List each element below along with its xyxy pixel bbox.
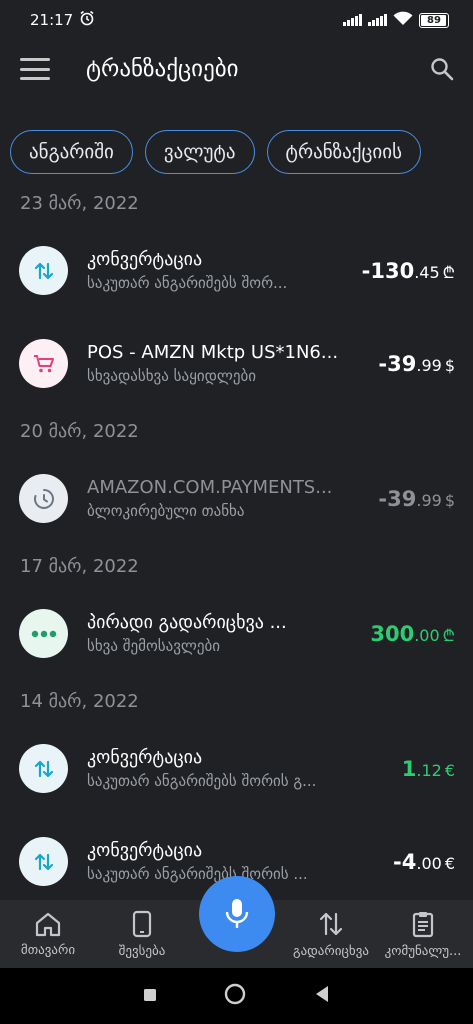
cart-icon (19, 339, 68, 388)
filter-chips: ანგარიში ვალუტა ტრანზაქციის (10, 130, 473, 176)
transaction-amount: -39.99 $ (378, 351, 455, 376)
status-time: 21:17 (30, 11, 74, 29)
transaction-category: სხვადასხვა საყიდლები (87, 367, 256, 385)
transaction-title: კონვერტაცია (87, 747, 203, 768)
nav-utility[interactable]: კომუნალუ... (376, 900, 470, 968)
nav-topup-label: შევსება (118, 943, 166, 959)
home-button[interactable] (223, 982, 247, 1010)
status-bar: 21:17 89 (0, 0, 473, 40)
transaction-list[interactable]: 23 მარ, 2022 კონვერტაცია საკუთარ ანგარიშ… (0, 182, 473, 900)
swap-icon (19, 744, 68, 793)
swap-icon (19, 246, 68, 295)
signal-icon (343, 14, 362, 26)
transaction-row[interactable]: კონვერტაცია საკუთარ ანგარიშებს შორ... -1… (0, 224, 473, 317)
date-header: 23 მარ, 2022 (20, 192, 139, 214)
clipboard-icon (412, 911, 434, 937)
wifi-icon (393, 11, 413, 30)
transaction-amount: 1.12 € (401, 756, 455, 781)
nav-home[interactable]: მთავარი (8, 900, 88, 968)
date-header: 14 მარ, 2022 (20, 690, 139, 712)
nav-transfer-label: გადარიცხვა (293, 943, 369, 959)
page-title: ტრანზაქციები (86, 56, 239, 82)
transaction-row[interactable]: პირადი გადარიცხვა ... სხვა შემოსავლები 3… (0, 587, 473, 680)
alarm-icon (79, 10, 95, 30)
transaction-amount: -4.00 € (393, 849, 455, 874)
transaction-title: POS - AMZN Mktp US*1N6... (87, 342, 339, 363)
system-nav-bar (0, 968, 473, 1024)
nav-topup[interactable]: შევსება (100, 900, 184, 968)
back-button[interactable] (314, 985, 330, 1007)
transaction-title: კონვერტაცია (87, 249, 203, 270)
transaction-row[interactable]: AMAZON.COM.PAYMENTS... ბლოკირებული თანხა… (0, 452, 473, 545)
transaction-title: კონვერტაცია (87, 840, 203, 861)
transaction-title: პირადი გადარიცხვა ... (87, 612, 287, 633)
transaction-category: საკუთარ ანგარიშებს შორ... (87, 274, 288, 292)
transaction-row[interactable]: POS - AMZN Mktp US*1N6... სხვადასხვა საყ… (0, 317, 473, 410)
battery-icon: 89 (419, 12, 449, 28)
voice-button[interactable] (199, 876, 275, 952)
chip-transaction-type[interactable]: ტრანზაქციის (266, 130, 421, 174)
app-bar: ტრანზაქციები (0, 40, 473, 98)
transaction-amount: -39.99 $ (378, 486, 455, 511)
transaction-title: AMAZON.COM.PAYMENTS... (87, 477, 333, 498)
date-header: 17 მარ, 2022 (20, 555, 139, 577)
transaction-amount: 300.00 ₾ (370, 621, 455, 646)
transaction-row[interactable]: კონვერტაცია საკუთარ ანგარიშებს შორის გ..… (0, 722, 473, 815)
battery-level: 89 (427, 14, 441, 26)
signal-icon-2 (368, 14, 387, 26)
recents-button[interactable] (143, 987, 157, 1006)
transaction-category: სხვა შემოსავლები (87, 637, 221, 655)
menu-button[interactable] (20, 58, 50, 80)
search-icon[interactable] (429, 56, 455, 82)
clock-icon (19, 474, 68, 523)
chip-account[interactable]: ანგარიში (10, 130, 133, 174)
microphone-icon (225, 899, 249, 928)
swap-icon (19, 837, 68, 886)
chip-currency[interactable]: ვალუტა (144, 130, 255, 174)
home-icon (35, 912, 61, 936)
phone-icon (132, 910, 152, 937)
nav-home-label: მთავარი (20, 942, 76, 958)
transaction-category: ბლოკირებული თანხა (87, 502, 245, 520)
transaction-amount: -130.45 ₾ (361, 258, 455, 283)
nav-transfer[interactable]: გადარიცხვა (284, 900, 378, 968)
transaction-category: საკუთარ ანგარიშებს შორის გ... (87, 772, 317, 790)
more-dots-icon (19, 609, 68, 658)
date-header: 20 მარ, 2022 (20, 420, 139, 442)
transfer-icon (319, 912, 343, 935)
nav-utility-label: კომუნალუ... (384, 943, 462, 959)
